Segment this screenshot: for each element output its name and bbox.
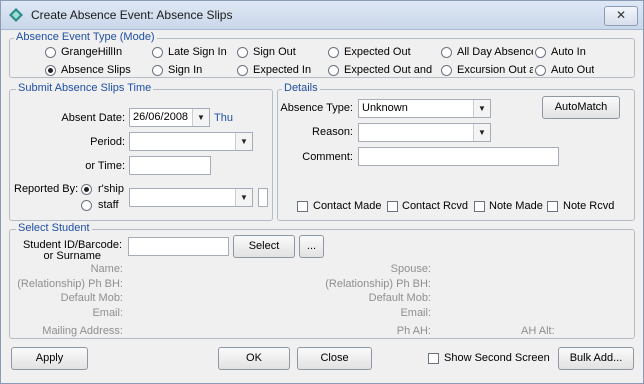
event-type-label-excursion-out-a: Excursion Out a <box>457 64 533 76</box>
email-label: Email: <box>92 307 123 319</box>
event-type-radio-auto-in[interactable] <box>535 47 546 58</box>
select-student-legend: Select Student <box>16 222 92 234</box>
event-type-label-absence-slips: Absence Slips <box>61 64 131 76</box>
chevron-down-icon: ▼ <box>473 124 490 141</box>
event-type-radio-auto-out[interactable] <box>535 65 546 76</box>
chevron-down-icon: ▼ <box>235 189 252 206</box>
event-type-label-grangehillin: GrangeHillIn <box>61 46 123 58</box>
show-second-screen-checkbox[interactable] <box>428 353 439 364</box>
event-type-radio-late-sign-in[interactable] <box>152 47 163 58</box>
reason-select[interactable]: ▼ <box>358 123 491 142</box>
chevron-down-icon: ▼ <box>192 109 209 126</box>
ok-button[interactable]: OK <box>218 347 290 370</box>
name-field-label: Name: <box>90 263 123 275</box>
automatch-button[interactable]: AutoMatch <box>542 96 620 119</box>
reported-staff-label: staff <box>98 199 119 211</box>
title-bar: Create Absence Event: Absence Slips ✕ <box>1 1 643 30</box>
contact-made-label: Contact Made <box>313 200 382 212</box>
event-type-label-auto-in: Auto In <box>551 46 586 58</box>
submit-time-legend: Submit Absence Slips Time <box>16 82 154 94</box>
absent-day-label: Thu <box>214 112 233 124</box>
student-surname-label: or Surname <box>43 250 101 262</box>
contact-made-checkbox[interactable] <box>297 201 308 212</box>
more-options-button[interactable]: ... <box>299 235 324 258</box>
chevron-down-icon: ▼ <box>235 133 252 150</box>
event-type-radio-sign-out[interactable] <box>237 47 248 58</box>
event-type-radio-absence-slips[interactable] <box>45 65 56 76</box>
student-id-input[interactable] <box>128 237 229 256</box>
spouse-email-label: Email: <box>400 307 431 319</box>
event-type-label-expected-in: Expected In <box>253 64 312 76</box>
event-type-label-expected-out-and: Expected Out and <box>344 64 433 76</box>
or-time-input[interactable] <box>129 156 211 175</box>
absent-date-label: Absent Date: <box>61 112 125 124</box>
app-diamond-icon <box>9 8 23 22</box>
event-type-legend: Absence Event Type (Mode) <box>14 31 157 43</box>
contact-rcvd-label: Contact Rcvd <box>402 200 469 212</box>
spouse-relationship-ph-bh-label: (Relationship) Ph BH: <box>325 278 431 290</box>
event-type-radio-all-day-absence[interactable] <box>441 47 452 58</box>
event-type-label-auto-out: Auto Out <box>551 64 595 76</box>
chevron-down-icon: ▼ <box>473 100 490 117</box>
period-label: Period: <box>90 136 125 148</box>
reported-rship-radio[interactable] <box>81 184 92 195</box>
relationship-ph-bh-label: (Relationship) Ph BH: <box>17 278 123 290</box>
absent-date-value: 26/06/2008 <box>133 111 189 123</box>
reported-by-select[interactable]: ▼ <box>129 188 253 207</box>
event-type-label-sign-out: Sign Out <box>253 46 296 58</box>
note-rcvd-label: Note Rcvd <box>563 200 615 212</box>
reported-by-label: Reported By: <box>14 183 79 195</box>
window-title: Create Absence Event: Absence Slips <box>31 8 233 22</box>
event-type-label-late-sign-in: Late Sign In <box>168 46 227 58</box>
apply-button[interactable]: Apply <box>11 347 88 370</box>
note-rcvd-checkbox[interactable] <box>547 201 558 212</box>
select-student-button[interactable]: Select <box>233 235 295 258</box>
comment-label: Comment: <box>302 151 353 163</box>
default-mob-label: Default Mob: <box>60 292 123 304</box>
close-icon: ✕ <box>615 8 627 22</box>
event-type-label-sign-in: Sign In <box>168 64 203 76</box>
spouse-default-mob-label: Default Mob: <box>368 292 431 304</box>
close-window-button[interactable]: ✕ <box>604 6 638 26</box>
contact-rcvd-checkbox[interactable] <box>387 201 398 212</box>
reported-staff-radio[interactable] <box>81 200 92 211</box>
event-type-label-all-day-absence: All Day Absence <box>457 46 533 58</box>
close-button[interactable]: Close <box>297 347 372 370</box>
bulk-add-button[interactable]: Bulk Add... <box>558 347 634 370</box>
event-type-label-expected-out: Expected Out <box>344 46 411 58</box>
note-made-checkbox[interactable] <box>474 201 485 212</box>
reason-label: Reason: <box>312 126 353 138</box>
comment-input[interactable] <box>358 147 559 166</box>
or-time-label: or Time: <box>85 160 125 172</box>
event-type-radio-sign-in[interactable] <box>152 65 163 76</box>
event-type-radio-excursion-out-a[interactable] <box>441 65 452 76</box>
details-legend: Details <box>282 82 320 94</box>
reported-by-extra-field[interactable] <box>258 188 268 207</box>
reported-rship-label: r'ship <box>98 183 124 195</box>
note-made-label: Note Made <box>489 200 543 212</box>
absence-type-select[interactable]: Unknown ▼ <box>358 99 491 118</box>
event-type-radio-expected-out-and[interactable] <box>328 65 339 76</box>
spouse-label: Spouse: <box>390 263 431 275</box>
period-select[interactable]: ▼ <box>129 132 253 151</box>
dialog-window: Create Absence Event: Absence Slips ✕ Ab… <box>0 0 644 384</box>
absence-type-value: Unknown <box>362 102 408 114</box>
absence-type-label: Absence Type: <box>280 102 353 114</box>
absent-date-picker[interactable]: 26/06/2008 ▼ <box>129 108 210 127</box>
ah-alt-label: AH Alt: <box>521 325 555 337</box>
event-type-radio-expected-in[interactable] <box>237 65 248 76</box>
event-type-radio-expected-out[interactable] <box>328 47 339 58</box>
event-type-radio-grangehillin[interactable] <box>45 47 56 58</box>
show-second-screen-label: Show Second Screen <box>444 352 550 364</box>
ph-ah-label: Ph AH: <box>396 325 431 337</box>
mailing-address-label: Mailing Address: <box>42 325 123 337</box>
